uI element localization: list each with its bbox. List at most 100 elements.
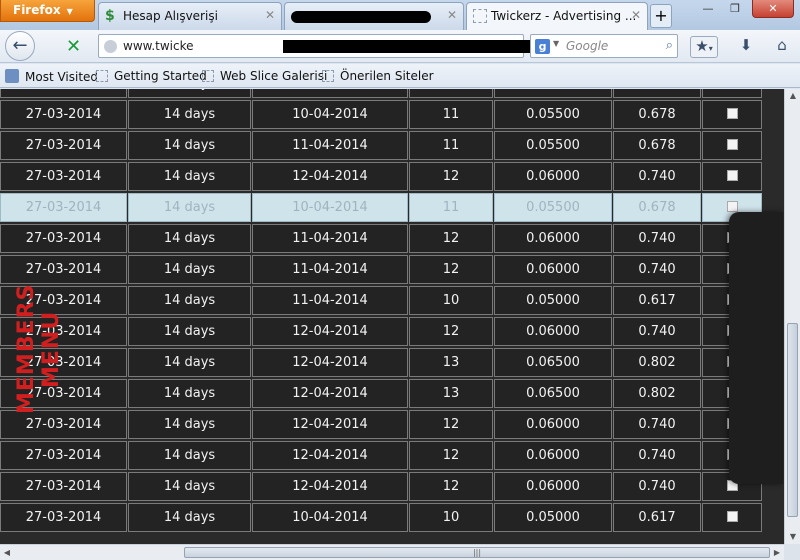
table-row[interactable]: 27-03-2014 14 days 11-04-2014 10 0.05000 0.61… [0, 286, 784, 317]
horizontal-scroll-thumb[interactable]: ||| [184, 547, 770, 558]
end-date-cell: 10-04-2014 [252, 193, 408, 222]
redacted-label [291, 11, 431, 23]
rate-cell: 0.06000 [494, 441, 612, 470]
tab-twickerz[interactable]: Twickerz - Advertising ... ✕ [466, 2, 648, 30]
table-row[interactable]: 27-03-2014 14 days 12-04-2014 12 0.06000 0.74… [0, 472, 784, 503]
table-row[interactable]: 27-03-2014 14 days 11-04-2014 12 0.06000 0.74… [0, 224, 784, 255]
maximize-button[interactable]: ❐ [722, 0, 748, 18]
horizontal-scrollbar[interactable]: ◀ ||| ▶ [0, 544, 784, 560]
minimize-button[interactable]: — [695, 0, 721, 18]
end-date-cell: 10-04-2014 [252, 503, 408, 532]
search-icon[interactable]: ⌕ [666, 38, 673, 53]
count-cell: 13 [409, 348, 493, 377]
bookmarks-toolbar: Most Visited Getting Started Web Slice G… [0, 64, 800, 88]
count-cell: 13 [409, 379, 493, 408]
duration-cell: 14 days [128, 131, 251, 160]
start-date-cell: 27-03-2014 [0, 89, 127, 98]
url-bar[interactable]: www.twicke ref ☆ ▼ ↻ [98, 34, 614, 58]
rate-cell: 0.06500 [494, 379, 612, 408]
duration-cell: 14 days [128, 162, 251, 191]
start-date-cell: 27-03-2014 [0, 503, 127, 532]
home-icon[interactable]: ⌂ [772, 36, 792, 58]
row-checkbox[interactable] [726, 108, 738, 119]
select-cell [702, 503, 762, 532]
page-icon [322, 70, 334, 82]
rate-cell: 0.06000 [494, 162, 612, 191]
chevron-down-icon[interactable]: ▼ [553, 39, 559, 48]
select-cell [702, 100, 762, 129]
total-cell: 0.740 [613, 472, 701, 501]
total-cell: 0.740 [613, 224, 701, 253]
table-row[interactable]: 27-03-2014 14 days 12-04-2014 12 0.06000 0.74… [0, 162, 784, 193]
close-icon[interactable]: ✕ [265, 8, 275, 22]
total-cell: 0.740 [613, 89, 701, 98]
download-icon[interactable]: ⬇ [736, 36, 756, 58]
members-menu-label[interactable]: MEMBERS MENU [14, 244, 64, 454]
bookmark-web-slice[interactable]: Web Slice Galerisi [202, 69, 327, 83]
bookmark-onerilen[interactable]: Önerilen Siteler [322, 69, 434, 83]
table-row[interactable]: 27-03-2014 14 days 10-04-2014 11 0.05500 0.67… [0, 193, 784, 224]
firefox-menu-button[interactable]: Firefox ▼ [0, 0, 95, 22]
total-cell: 0.740 [613, 317, 701, 346]
bookmarks-menu-button[interactable]: ★▾ [690, 36, 718, 58]
table-row[interactable]: 27-03-2014 14 days 10-04-2014 10 0.05000 0.61… [0, 503, 784, 534]
rate-cell: 0.05000 [494, 503, 612, 532]
table-row[interactable]: 27-03-2014 14 days 11-04-2014 12 0.06000 0.74… [0, 255, 784, 286]
end-date-cell: 12-04-2014 [252, 472, 408, 501]
end-date-cell: 11-04-2014 [252, 131, 408, 160]
new-tab-button[interactable]: + [650, 4, 672, 28]
chevron-down-icon: ▼ [66, 7, 73, 16]
site-identity-icon[interactable]: ✕ [66, 36, 81, 57]
scroll-up-icon[interactable]: ▲ [785, 89, 800, 103]
table-row[interactable]: 27-03-2014 14 days 12-04-2014 12 0.06000 0.74… [0, 441, 784, 472]
close-icon[interactable]: ✕ [631, 8, 641, 22]
table-row[interactable]: 27-03-2014 14 days 11-04-2014 11 0.05500 0.67… [0, 131, 784, 162]
table-row[interactable]: 27-03-2014 14 days 12-04-2014 12 0.06000 0.74… [0, 410, 784, 441]
most-visited-icon [5, 69, 19, 83]
duration-cell: 14 days [128, 472, 251, 501]
scroll-right-icon[interactable]: ▶ [770, 545, 784, 560]
table-row[interactable]: 27-03-2014 14 days 12-04-2014 13 0.06500 0.80… [0, 348, 784, 379]
count-cell: 12 [409, 317, 493, 346]
rate-cell: 0.05500 [494, 193, 612, 222]
end-date-cell: 12-04-2014 [252, 410, 408, 439]
rate-cell: 0.06000 [494, 472, 612, 501]
close-window-button[interactable]: ✕ [752, 0, 794, 18]
tab-redacted[interactable]: ✕ [284, 2, 464, 30]
end-date-cell: 11-04-2014 [252, 224, 408, 253]
duration-cell: 14 days [128, 286, 251, 315]
tab-hesap[interactable]: $ Hesap Alışverişi ✕ [98, 2, 282, 30]
table-row[interactable]: 27-03-2014 14 days 10-04-2014 11 0.05500 0.67… [0, 100, 784, 131]
search-bar[interactable]: g ▼ Google ⌕ [530, 34, 678, 58]
total-cell: 0.802 [613, 379, 701, 408]
page-icon [202, 70, 214, 82]
members-menu-tab[interactable] [729, 212, 783, 484]
count-cell: 10 [409, 503, 493, 532]
scrollbar-corner [784, 544, 800, 560]
close-icon[interactable]: ✕ [447, 8, 457, 22]
tab-bar: Firefox ▼ $ Hesap Alışverişi ✕ ✕ Twickerz… [0, 0, 800, 30]
start-date-cell: 27-03-2014 [0, 100, 127, 129]
bookmark-getting-started[interactable]: Getting Started [96, 69, 207, 83]
vertical-scrollbar[interactable]: ▲ ▼ [784, 89, 800, 544]
back-button[interactable]: ← [5, 31, 35, 61]
row-checkbox[interactable] [726, 170, 738, 181]
duration-cell: 14 days [128, 410, 251, 439]
google-icon[interactable]: g [535, 39, 550, 54]
row-checkbox[interactable] [726, 201, 738, 212]
scroll-left-icon[interactable]: ◀ [0, 545, 14, 560]
select-cell [702, 89, 762, 98]
duration-cell: 14 days [128, 441, 251, 470]
table-row[interactable]: 27-03-2014 14 days 12-04-2014 13 0.06500 0.80… [0, 379, 784, 410]
total-cell: 0.740 [613, 162, 701, 191]
bookmark-most-visited[interactable]: Most Visited [5, 69, 98, 84]
rate-cell: 0.05500 [494, 131, 612, 160]
table-row[interactable]: 27-03-2014 14 days 12-04-2014 12 0.06000 0.74… [0, 317, 784, 348]
row-checkbox[interactable] [726, 511, 738, 522]
row-checkbox[interactable] [726, 139, 738, 150]
duration-cell: 14 days [128, 503, 251, 532]
table-row: 27-03-201414 days12-04-2014120.060000.74… [0, 89, 784, 100]
end-date-cell: 12-04-2014 [252, 89, 408, 98]
scroll-down-icon[interactable]: ▼ [785, 530, 800, 544]
vertical-scroll-thumb[interactable] [787, 323, 798, 517]
